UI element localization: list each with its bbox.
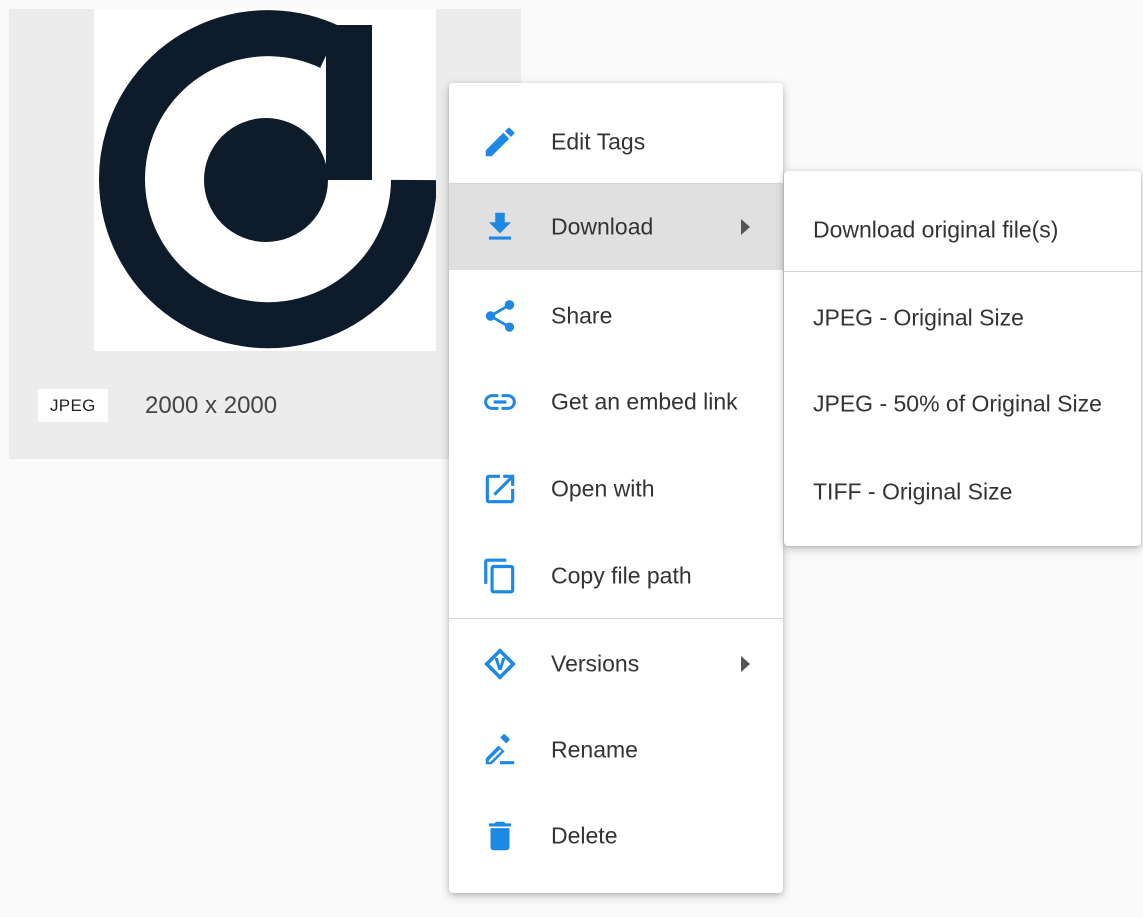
- submenu-item-jpeg-50[interactable]: JPEG - 50% of Original Size: [784, 361, 1141, 447]
- link-icon: [481, 383, 519, 421]
- submenu-item-label: TIFF - Original Size: [813, 478, 1013, 505]
- menu-item-label: Open with: [551, 475, 655, 502]
- menu-item-copy-file-path[interactable]: Copy file path: [449, 533, 783, 619]
- menu-item-share[interactable]: Share: [449, 273, 783, 359]
- menu-item-label: Versions: [551, 650, 640, 677]
- menu-item-delete[interactable]: Delete: [449, 793, 783, 879]
- submenu-item-download-original[interactable]: Download original file(s): [784, 187, 1141, 273]
- submenu-divider: [784, 271, 1141, 272]
- menu-item-label: Edit Tags: [551, 128, 646, 155]
- menu-item-label: Copy file path: [551, 562, 692, 589]
- menu-item-label: Delete: [551, 822, 618, 849]
- rename-icon: [481, 731, 519, 769]
- submenu-item-label: Download original file(s): [813, 216, 1059, 243]
- menu-divider: [449, 618, 783, 619]
- versions-icon: [481, 645, 519, 683]
- trash-icon: [481, 817, 519, 855]
- download-icon: [481, 208, 519, 246]
- menu-item-open-with[interactable]: Open with: [449, 446, 783, 532]
- submenu-item-label: JPEG - 50% of Original Size: [813, 390, 1102, 417]
- menu-item-label: Rename: [551, 736, 638, 763]
- asset-card[interactable]: JPEG 2000 x 2000: [9, 9, 521, 459]
- pencil-icon: [481, 123, 519, 161]
- submenu-item-tiff-original[interactable]: TIFF - Original Size: [784, 449, 1141, 535]
- submenu-item-label: JPEG - Original Size: [813, 304, 1024, 331]
- menu-item-download[interactable]: Download: [449, 184, 783, 270]
- download-submenu: Download original file(s) JPEG - Origina…: [784, 171, 1141, 546]
- menu-item-embed-link[interactable]: Get an embed link: [449, 359, 783, 445]
- file-type-badge: JPEG: [38, 389, 108, 422]
- submenu-item-jpeg-original[interactable]: JPEG - Original Size: [784, 275, 1141, 361]
- open-external-icon: [481, 470, 519, 508]
- image-dimensions: 2000 x 2000: [145, 392, 278, 419]
- menu-item-rename[interactable]: Rename: [449, 707, 783, 793]
- asset-thumbnail[interactable]: [94, 9, 436, 351]
- context-menu: Edit Tags Download Share Get an embed li…: [449, 83, 783, 893]
- share-icon: [481, 297, 519, 335]
- copy-icon: [481, 557, 519, 595]
- menu-item-edit-tags[interactable]: Edit Tags: [449, 99, 783, 185]
- menu-item-label: Get an embed link: [551, 388, 738, 415]
- chevron-right-icon: [741, 219, 750, 235]
- menu-item-versions[interactable]: Versions: [449, 621, 783, 707]
- logo-image: [99, 10, 436, 349]
- chevron-right-icon: [741, 656, 750, 672]
- menu-item-label: Download: [551, 213, 654, 240]
- menu-item-label: Share: [551, 302, 613, 329]
